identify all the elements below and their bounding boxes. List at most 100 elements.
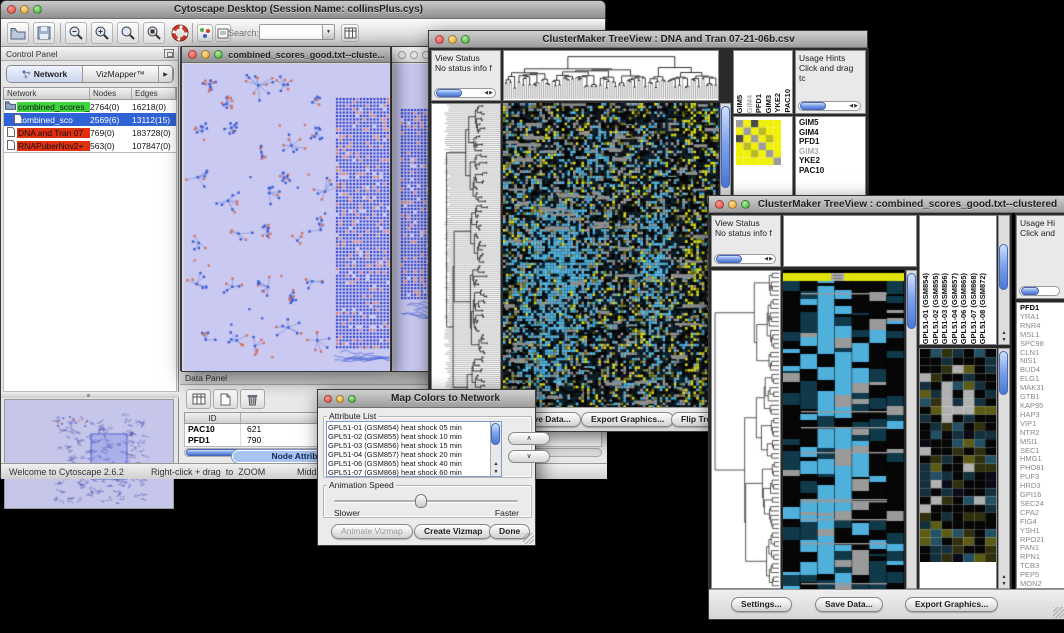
export-graphics-button[interactable]: Export Graphics...	[905, 597, 998, 612]
resize-grip-icon[interactable]	[1053, 607, 1064, 618]
scroll-arrows-icon[interactable]	[999, 330, 1009, 344]
tab-network[interactable]: Network	[7, 66, 83, 82]
minimize-button[interactable]	[448, 35, 457, 44]
network-row[interactable]: RNAPuberNov2+563(0)107847(0)	[4, 139, 176, 152]
search-input[interactable]	[259, 24, 323, 40]
export-graphics-button[interactable]: Export Graphics...	[581, 412, 674, 427]
col-edges[interactable]: Edges	[132, 88, 176, 99]
column-label[interactable]: GPL51-06 (GSM865)	[959, 273, 969, 344]
treeview1-titlebar[interactable]: ClusterMaker TreeView : DNA and Tran 07-…	[429, 31, 867, 48]
open-session-button[interactable]	[7, 22, 29, 44]
settings-button[interactable]: Settings...	[731, 597, 792, 612]
usage-hscrollbar[interactable]	[1019, 286, 1060, 296]
map-colors-dialog[interactable]: Map Colors to Network Attribute List GPL…	[317, 389, 536, 546]
col-nodes[interactable]: Nodes	[90, 88, 132, 99]
scroll-thumb[interactable]	[999, 351, 1008, 395]
row-dendrogram-panel[interactable]	[711, 270, 781, 589]
column-dendrogram-canvas[interactable]	[504, 51, 718, 100]
gene-label[interactable]: MON2	[1020, 580, 1064, 589]
close-button[interactable]	[7, 5, 16, 14]
minimize-button[interactable]	[728, 200, 737, 209]
zoom-fit-button[interactable]	[117, 22, 139, 44]
attribute-item[interactable]: GPL51-06 (GSM865) heat shock 40 min	[328, 459, 489, 468]
zoom-button[interactable]	[33, 5, 42, 14]
column-label[interactable]: GPL51-01 (GSM854)	[921, 273, 931, 344]
attribute-item[interactable]: GPL51-07 (GSM868) heat shock 60 min	[328, 468, 489, 477]
minimize-button[interactable]	[336, 395, 344, 403]
scroll-thumb[interactable]	[716, 255, 742, 263]
gene-label[interactable]: YKE2	[799, 156, 865, 166]
treeview2-window[interactable]: ClusterMaker TreeView : combined_scores_…	[708, 195, 1064, 620]
zoom-in-button[interactable]	[91, 22, 113, 44]
delete-attribute-button[interactable]	[240, 389, 265, 409]
main-titlebar[interactable]: Cytoscape Desktop (Session Name: collins…	[1, 1, 605, 19]
network-name[interactable]: DNA and Tran 07	[17, 128, 90, 138]
zoom-out-button[interactable]	[65, 22, 87, 44]
help-button[interactable]	[169, 22, 191, 44]
tab-overflow-arrow[interactable]: ▶	[159, 66, 173, 82]
treeview2-titlebar[interactable]: ClusterMaker TreeView : combined_scores_…	[709, 196, 1064, 213]
row-dendrogram-panel[interactable]	[431, 103, 501, 409]
network-row[interactable]: combined_scores_2764(0)16218(0)	[4, 100, 176, 113]
column-label[interactable]: YKE2	[773, 93, 783, 113]
heatmap-vscrollbar[interactable]	[906, 270, 917, 589]
gene-label[interactable]: GIM3	[799, 147, 865, 157]
row-dendrogram-canvas[interactable]	[432, 104, 500, 408]
scroll-arrows-icon[interactable]	[999, 574, 1009, 588]
zoom-heatmap-panel[interactable]	[919, 348, 997, 589]
network-table-header[interactable]: Network Nodes Edges	[3, 87, 177, 100]
close-button[interactable]	[435, 35, 444, 44]
column-label[interactable]: GIM5	[735, 95, 745, 113]
col-network[interactable]: Network	[4, 88, 90, 99]
column-label[interactable]: PAC10	[783, 89, 793, 113]
gene-label[interactable]: PFD1	[799, 137, 865, 147]
close-button[interactable]	[715, 200, 724, 209]
minimize-button[interactable]	[201, 50, 210, 59]
column-label[interactable]: GPL51-04 (GSM857)	[950, 273, 960, 344]
minimize-button[interactable]	[20, 5, 29, 14]
heatmap-panel[interactable]	[503, 103, 719, 409]
scroll-thumb[interactable]	[491, 423, 500, 445]
column-label[interactable]: GIM4	[745, 95, 755, 113]
gene-label[interactable]: PAC10	[799, 166, 865, 176]
close-button[interactable]	[324, 395, 332, 403]
network1-canvas[interactable]	[184, 64, 390, 371]
zoom-heatmap-vscrollbar[interactable]	[998, 348, 1010, 589]
attribute-item[interactable]: GPL51-01 (GSM854) heat shock 05 min	[328, 423, 489, 432]
network-row[interactable]: combined_sco2569(6)13112(15)	[4, 113, 176, 126]
view-status-hscrollbar[interactable]	[714, 254, 776, 264]
attribute-select-button[interactable]	[186, 389, 211, 409]
col-id[interactable]: ID	[185, 413, 241, 423]
column-label[interactable]: GPL51-03 (GSM856)	[940, 273, 950, 344]
scroll-thumb[interactable]	[1021, 287, 1039, 295]
column-label[interactable]: GIM3	[764, 95, 774, 113]
move-down-button[interactable]: ∨	[508, 450, 550, 463]
speed-slider-thumb[interactable]	[415, 494, 427, 508]
zoom-button[interactable]	[214, 50, 223, 59]
column-label[interactable]: GPL51-08 (GSM872)	[978, 273, 988, 344]
search-dropdown-arrow[interactable]: ▼	[323, 24, 335, 40]
scroll-thumb[interactable]	[436, 89, 462, 97]
heatmap-canvas[interactable]	[783, 270, 904, 589]
row-dendrogram-canvas[interactable]	[712, 271, 780, 588]
network-row[interactable]: DNA and Tran 07769(0)183728(0)	[4, 126, 176, 139]
attribute-item[interactable]: GPL51-03 (GSM856) heat shock 15 min	[328, 441, 489, 450]
column-dendrogram-panel[interactable]	[503, 50, 719, 101]
close-button[interactable]	[398, 51, 406, 59]
column-label[interactable]: PFD1	[754, 94, 764, 113]
move-up-button[interactable]: ∧	[508, 432, 550, 445]
gene-label[interactable]: GIM4	[799, 128, 865, 138]
scroll-arrows-icon[interactable]	[764, 255, 774, 264]
create-vizmap-button[interactable]: Create Vizmap	[414, 524, 492, 539]
zoom-button[interactable]	[461, 35, 470, 44]
zoom-button[interactable]	[741, 200, 750, 209]
attribute-list[interactable]: GPL51-01 (GSM854) heat shock 05 min GPL51…	[326, 421, 502, 477]
vizmapper-tool-button[interactable]	[197, 24, 213, 42]
attribute-list-vscrollbar[interactable]	[490, 422, 501, 476]
animate-vizmap-button[interactable]: Animate Vizmap	[331, 524, 413, 539]
heatmap-panel[interactable]	[783, 270, 904, 589]
network-name[interactable]: RNAPuberNov2+	[17, 141, 90, 151]
save-session-button[interactable]	[33, 22, 55, 44]
scroll-arrows-icon[interactable]	[484, 89, 494, 98]
scroll-thumb[interactable]	[721, 106, 730, 188]
